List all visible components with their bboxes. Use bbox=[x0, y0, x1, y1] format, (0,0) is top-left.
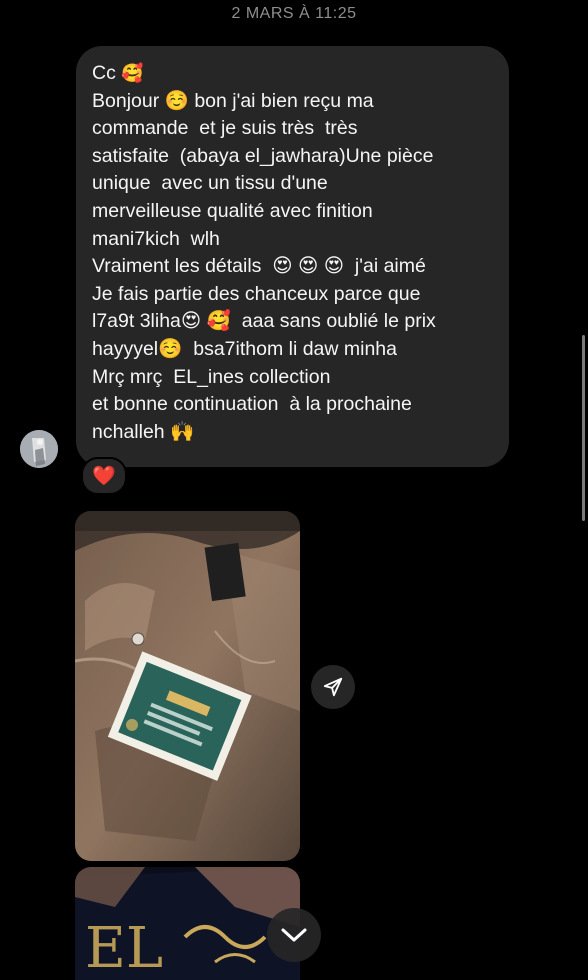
svg-text:EL: EL bbox=[85, 916, 163, 980]
chevron-down-icon bbox=[281, 928, 307, 942]
message-line-13: et bonne continuation à la prochaine bbox=[92, 393, 412, 416]
message-line-5: unique avec un tissu d'une bbox=[92, 172, 328, 195]
attached-photo-2[interactable]: EL bbox=[75, 867, 300, 980]
message-line-9: Je fais partie des chanceux parce que bbox=[92, 282, 421, 305]
message-line-2: Bonjour ☺️ bon j'ai bien reçu ma bbox=[92, 89, 374, 112]
message-line-8: Vraiment les détails 😍 😍 😍 j'ai aimé bbox=[92, 255, 426, 278]
message-line-7: mani7kich wlh bbox=[92, 227, 220, 250]
message-line-1: Cc 🥰 bbox=[92, 62, 144, 84]
message-line-6: merveilleuse qualité avec finition bbox=[92, 199, 373, 222]
smiling-hearts-emoji: 🥰 bbox=[121, 63, 144, 83]
share-button[interactable] bbox=[311, 665, 355, 709]
scroll-to-bottom-button[interactable] bbox=[267, 908, 321, 962]
paper-plane-icon bbox=[323, 677, 343, 697]
message-timestamp: 2 MARS À 11:25 bbox=[231, 5, 357, 22]
message-line-4: satisfaite (abaya el_jawhara)Une pièce bbox=[92, 144, 434, 167]
scrollbar[interactable] bbox=[582, 335, 585, 521]
sender-avatar[interactable] bbox=[20, 430, 58, 468]
message-line-3: commande et je suis très très bbox=[92, 117, 358, 140]
received-message-bubble[interactable]: Cc 🥰 Bonjour ☺️ bon j'ai bien reçu ma co… bbox=[76, 46, 509, 467]
message-line-14: nchalleh 🙌 bbox=[92, 420, 195, 443]
message-line-10: l7a9t 3liha😍 🥰 aaa sans oublié le prix bbox=[92, 310, 436, 333]
dm-thread: 2 MARS À 11:25 Cc 🥰 Bonjour ☺️ bon j'ai … bbox=[0, 0, 588, 980]
heart-reaction[interactable]: ❤️ bbox=[81, 457, 127, 495]
message-line-11: hayyyel☺️ bsa7ithom li daw minha bbox=[92, 337, 398, 360]
message-line-12: Mrç mrç EL_ines collection bbox=[92, 365, 331, 388]
attached-photo-1[interactable] bbox=[75, 511, 300, 861]
